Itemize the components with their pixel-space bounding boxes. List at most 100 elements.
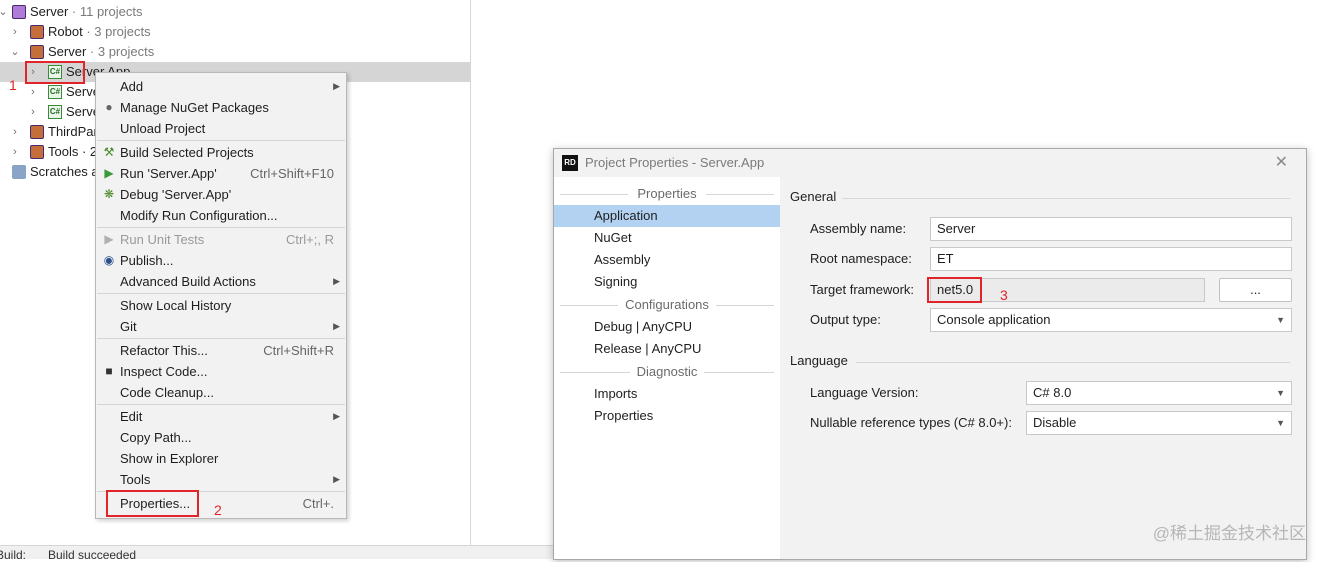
menu-item-label: Run Unit Tests: [120, 232, 205, 247]
project-properties-dialog: RD Project Properties - Server.App ✕ Pro…: [553, 148, 1307, 560]
menu-item-build-selected[interactable]: ⚒ Build Selected Projects: [96, 142, 346, 163]
sidebar-group-header: Configurations: [560, 297, 774, 313]
dialog-title-bar[interactable]: RD Project Properties - Server.App ✕: [554, 149, 1306, 177]
tree-label: ThirdPar: [48, 124, 98, 139]
menu-item-run-unit-tests[interactable]: ▶ Run Unit Tests Ctrl+;, R: [96, 229, 346, 250]
root-namespace-field[interactable]: ET: [930, 247, 1292, 271]
sidebar-item-nuget[interactable]: NuGet: [554, 227, 780, 249]
chevron-right-icon[interactable]: ›: [27, 82, 39, 102]
dialog-sidebar: Properties Application NuGet Assembly Si…: [554, 177, 780, 559]
chevron-right-icon[interactable]: ›: [9, 122, 21, 142]
nuget-icon: ●: [105, 100, 113, 114]
status-message: Build succeeded: [48, 548, 137, 562]
menu-item-unload-project[interactable]: Unload Project: [96, 118, 346, 139]
menu-separator: [97, 227, 345, 228]
target-framework-label: Target framework:: [810, 282, 915, 297]
chevron-right-icon[interactable]: ›: [9, 22, 21, 42]
tree-label: Server · 11 projects: [30, 4, 143, 19]
menu-item-label: Inspect Code...: [120, 364, 208, 379]
chevron-down-icon[interactable]: ⌄: [0, 2, 9, 22]
menu-item-label: Show Local History: [120, 298, 232, 313]
inspect-icon: ■: [105, 364, 113, 378]
sidebar-item-application[interactable]: Application: [554, 205, 780, 227]
output-type-value: Console application: [937, 312, 1051, 327]
sidebar-item-debug-config[interactable]: Debug | AnyCPU: [554, 316, 780, 338]
menu-item-edit[interactable]: Edit ▶: [96, 406, 346, 427]
menu-item-tools[interactable]: Tools ▶: [96, 469, 346, 490]
menu-item-local-history[interactable]: Show Local History: [96, 295, 346, 316]
nullable-reference-select[interactable]: Disable ▼: [1026, 411, 1292, 435]
menu-separator: [97, 338, 345, 339]
menu-item-manage-nuget[interactable]: ● Manage NuGet Packages: [96, 97, 346, 118]
folder-icon: [30, 25, 44, 39]
chevron-down-icon: ▼: [1276, 315, 1285, 325]
menu-item-label: Unload Project: [120, 121, 206, 136]
marker-number-2: 2: [214, 502, 222, 518]
menu-item-inspect-code[interactable]: ■ Inspect Code...: [96, 361, 346, 382]
status-label: Build:: [0, 548, 27, 562]
menu-item-label: Edit: [120, 409, 143, 424]
status-bar: Build: Build succeeded: [0, 545, 553, 562]
menu-item-refactor[interactable]: Refactor This... Ctrl+Shift+R: [96, 340, 346, 361]
chevron-right-icon[interactable]: ›: [9, 142, 21, 162]
assembly-name-field[interactable]: Server: [930, 217, 1292, 241]
menu-item-run[interactable]: ▶ Run 'Server.App' Ctrl+Shift+F10: [96, 163, 346, 184]
sidebar-item-assembly[interactable]: Assembly: [554, 249, 780, 271]
language-version-select[interactable]: C# 8.0 ▼: [1026, 381, 1292, 405]
submenu-arrow-icon: ▶: [333, 474, 340, 484]
submenu-arrow-icon: ▶: [333, 321, 340, 331]
menu-item-label: Tools: [120, 472, 151, 487]
rider-logo-icon: RD: [562, 155, 578, 171]
menu-separator: [97, 293, 345, 294]
submenu-arrow-icon: ▶: [333, 276, 340, 286]
folder-icon: [30, 45, 44, 59]
menu-item-modify-run-config[interactable]: Modify Run Configuration...: [96, 205, 346, 226]
section-header-general: General: [790, 189, 1290, 204]
publish-icon: ◉: [103, 253, 115, 267]
menu-item-label: Build Selected Projects: [120, 145, 254, 160]
menu-separator: [97, 140, 345, 141]
sidebar-item-release-config[interactable]: Release | AnyCPU: [554, 338, 780, 360]
csharp-project-icon: C#: [48, 105, 62, 119]
menu-item-label: Debug 'Server.App': [120, 187, 232, 202]
menu-item-add[interactable]: Add ▶: [96, 76, 346, 97]
context-menu: Add ▶ ● Manage NuGet Packages Unload Proje…: [95, 72, 347, 519]
output-type-label: Output type:: [810, 312, 881, 327]
dialog-title: Project Properties - Server.App: [585, 155, 765, 170]
output-type-select[interactable]: Console application ▼: [930, 308, 1292, 332]
menu-item-publish[interactable]: ◉ Publish...: [96, 250, 346, 271]
menu-item-show-in-explorer[interactable]: Show in Explorer: [96, 448, 346, 469]
hammer-icon: ⚒: [103, 145, 115, 159]
menu-item-label: Refactor This...: [120, 343, 208, 358]
folder-icon: [30, 145, 44, 159]
menu-item-advanced-build[interactable]: Advanced Build Actions ▶: [96, 271, 346, 292]
menu-item-code-cleanup[interactable]: Code Cleanup...: [96, 382, 346, 403]
sidebar-group-header: Properties: [560, 186, 774, 202]
chevron-down-icon[interactable]: ⌄: [9, 42, 21, 62]
sidebar-item-imports[interactable]: Imports: [554, 383, 780, 405]
nullable-reference-label: Nullable reference types (C# 8.0+):: [810, 415, 1012, 430]
menu-item-debug[interactable]: ❋ Debug 'Server.App': [96, 184, 346, 205]
menu-shortcut: Ctrl+Shift+R: [263, 343, 334, 358]
menu-shortcut: Ctrl+.: [302, 496, 334, 511]
menu-separator: [97, 404, 345, 405]
scratches-icon: [12, 165, 26, 179]
sidebar-item-properties[interactable]: Properties: [554, 405, 780, 427]
highlight-box-2: [106, 490, 199, 517]
marker-number-1: 1: [9, 77, 17, 93]
language-version-value: C# 8.0: [1033, 385, 1072, 400]
menu-item-copy-path[interactable]: Copy Path...: [96, 427, 346, 448]
marker-number-3: 3: [1000, 287, 1008, 303]
menu-item-git[interactable]: Git ▶: [96, 316, 346, 337]
sidebar-item-signing[interactable]: Signing: [554, 271, 780, 293]
browse-framework-button[interactable]: ...: [1219, 278, 1292, 302]
menu-item-label: Copy Path...: [120, 430, 192, 445]
chevron-right-icon[interactable]: ›: [27, 102, 39, 122]
section-header-language: Language: [790, 353, 1290, 368]
tree-label: Tools · 2: [48, 144, 98, 159]
highlight-box-3: [927, 277, 982, 303]
menu-item-label: Publish...: [120, 253, 174, 268]
menu-shortcut: Ctrl+Shift+F10: [250, 166, 334, 181]
close-icon[interactable]: ✕: [1275, 149, 1288, 177]
chevron-down-icon: ▼: [1276, 388, 1285, 398]
